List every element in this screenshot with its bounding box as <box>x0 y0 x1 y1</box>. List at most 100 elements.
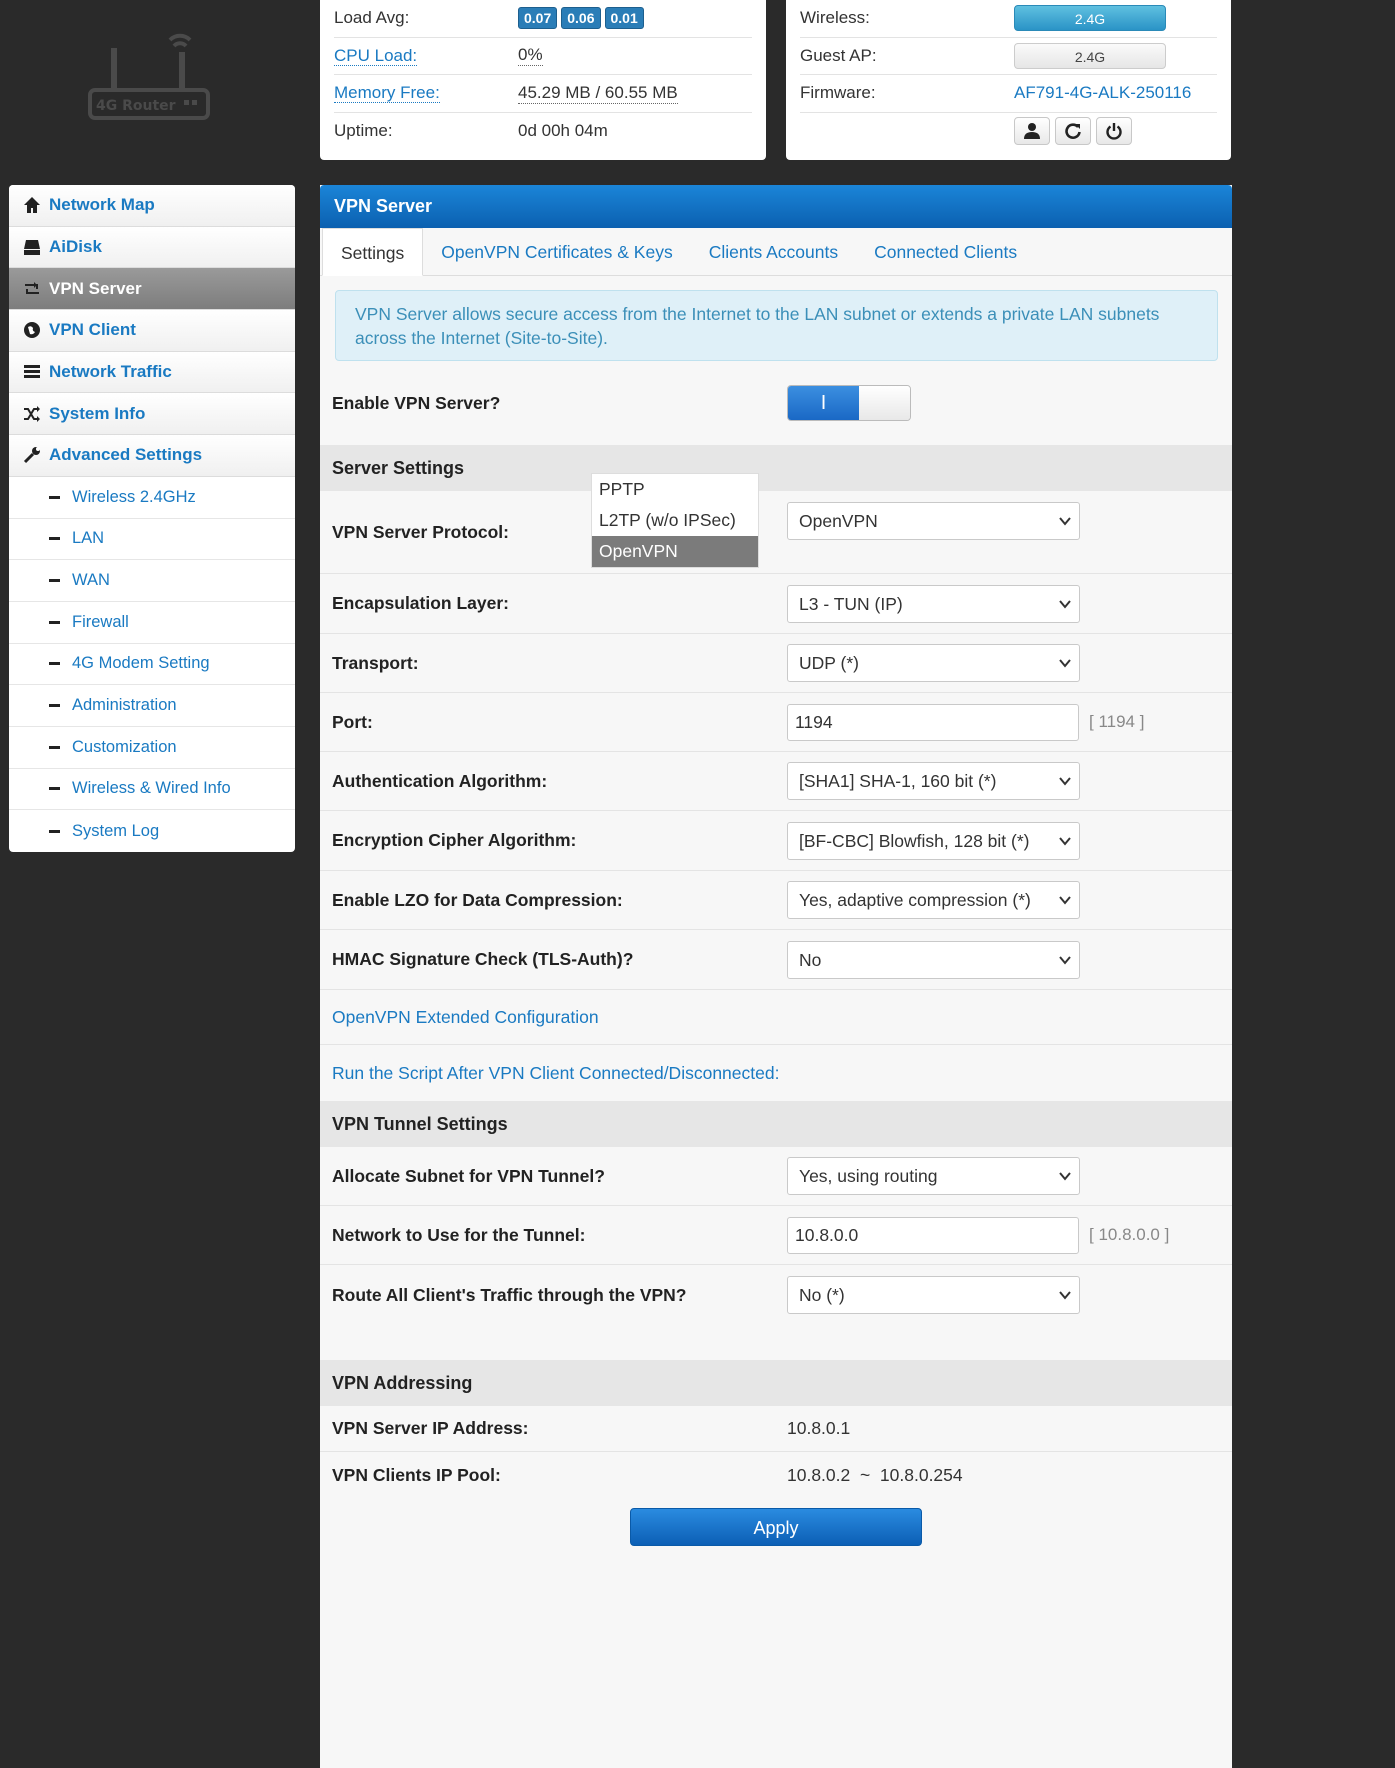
sidebar-item-system-info[interactable]: System Info <box>9 393 295 436</box>
sidebar-subitem-label: WAN <box>72 571 110 590</box>
cpu-load-link[interactable]: CPU Load: <box>334 45 418 66</box>
protocol-option-openvpn[interactable]: OpenVPN <box>592 536 758 567</box>
guest-ap-2g-button[interactable]: 2.4G <box>1014 42 1166 69</box>
sidebar-subitem-4g-modem[interactable]: 4G Modem Setting <box>9 644 295 686</box>
allocate-subnet-select[interactable]: Yes, using routing <box>787 1157 1080 1195</box>
sidebar-item-network-traffic[interactable]: Network Traffic <box>9 351 295 394</box>
refresh-icon <box>1065 123 1081 140</box>
shutdown-button[interactable] <box>1096 117 1132 146</box>
tab-bar: Settings OpenVPN Certificates & Keys Cli… <box>320 228 1232 276</box>
sidebar-item-vpn-server[interactable]: VPN Server <box>9 268 295 311</box>
transport-select[interactable]: UDP (*) <box>787 644 1080 682</box>
chevron-down-icon <box>1059 599 1071 609</box>
firmware-row: Firmware: AF791-4G-ALK-250116 <box>800 75 1217 113</box>
protocol-select[interactable]: OpenVPN <box>787 502 1080 540</box>
tab-clients-accounts[interactable]: Clients Accounts <box>691 228 856 275</box>
protocol-option-pptp[interactable]: PPTP <box>592 474 758 505</box>
server-ip-value: 10.8.0.1 <box>787 1418 851 1438</box>
encapsulation-label: Encapsulation Layer: <box>332 593 509 613</box>
sidebar-item-advanced-settings[interactable]: Advanced Settings <box>9 435 295 477</box>
vpn-server-panel: VPN Server Settings OpenVPN Certificates… <box>320 185 1232 1768</box>
sidebar-subitem-wireless-wired-info[interactable]: Wireless & Wired Info <box>9 769 295 811</box>
load-badge-1: 0.07 <box>518 7 558 30</box>
wireless-status-panel: Wireless: 2.4G Guest AP: 2.4G Firmware: … <box>786 0 1231 160</box>
sidebar-subitem-wan[interactable]: WAN <box>9 560 295 602</box>
sidebar-item-network-map[interactable]: Network Map <box>9 185 295 227</box>
sidebar-subitem-label: Firewall <box>72 612 129 631</box>
system-status-panel: Load Avg: 0.07 0.06 0.01 CPU Load: 0% Memo… <box>320 0 766 160</box>
sidebar-subitem-label: Wireless 2.4GHz <box>72 487 196 506</box>
encapsulation-select-value: L3 - TUN (IP) <box>799 593 903 614</box>
load-avg-values: 0.07 0.06 0.01 <box>518 7 648 30</box>
memory-free-link[interactable]: Memory Free: <box>334 83 440 104</box>
hmac-select[interactable]: No <box>787 940 1080 979</box>
sidebar-subitem-system-log[interactable]: System Log <box>9 810 295 852</box>
auth-algorithm-select[interactable]: [SHA1] SHA-1, 160 bit (*) <box>787 762 1080 800</box>
protocol-option-l2tp[interactable]: L2TP (w/o IPSec) <box>592 505 758 536</box>
memory-free-value: 45.29 MB / 60.55 MB <box>518 82 678 104</box>
firmware-link[interactable]: AF791-4G-ALK-250116 <box>1014 83 1191 103</box>
sidebar-item-label: Network Traffic <box>49 362 172 382</box>
apply-button[interactable]: Apply <box>630 1508 922 1546</box>
enable-vpn-toggle[interactable]: I <box>787 385 911 421</box>
route-all-select[interactable]: No (*) <box>787 1276 1080 1314</box>
wireless-2g-button[interactable]: 2.4G <box>1014 5 1166 32</box>
protocol-row: VPN Server Protocol: OpenVPN <box>320 491 1232 574</box>
server-ip-label: VPN Server IP Address: <box>332 1418 529 1438</box>
enable-vpn-label: Enable VPN Server? <box>332 392 501 413</box>
clients-pool-label: VPN Clients IP Pool: <box>332 1464 501 1485</box>
uptime-value: 0d 00h 04m <box>518 121 608 141</box>
tab-connected-clients[interactable]: Connected Clients <box>856 228 1035 275</box>
sidebar-subitem-label: Customization <box>72 737 177 756</box>
cpu-load-row: CPU Load: 0% <box>334 38 752 75</box>
sidebar-subitem-wireless[interactable]: Wireless 2.4GHz <box>9 477 295 519</box>
tunnel-network-input[interactable]: 10.8.0.0 <box>787 1216 1079 1254</box>
encapsulation-select[interactable]: L3 - TUN (IP) <box>787 584 1080 623</box>
sidebar-subitem-label: LAN <box>72 529 105 548</box>
sidebar-subitem-label: System Log <box>72 821 160 840</box>
disk-icon <box>24 240 40 256</box>
protocol-select-value: OpenVPN <box>799 511 878 531</box>
page-title: VPN Server <box>320 185 1232 228</box>
user-button[interactable] <box>1014 117 1050 146</box>
tunnel-network-row: Network to Use for the Tunnel: 10.8.0.0 … <box>320 1206 1232 1265</box>
tab-openvpn-certificates[interactable]: OpenVPN Certificates & Keys <box>423 228 690 275</box>
sidebar-item-vpn-client[interactable]: VPN Client <box>9 310 295 352</box>
sidebar-subitem-customization[interactable]: Customization <box>9 727 295 769</box>
server-settings-header: Server Settings <box>320 445 1232 491</box>
sidebar-subitem-firewall[interactable]: Firewall <box>9 602 295 644</box>
load-badge-3: 0.01 <box>604 7 644 30</box>
auth-algorithm-select-value: [SHA1] SHA-1, 160 bit (*) <box>799 771 997 791</box>
chevron-down-icon <box>1059 896 1071 905</box>
reboot-button[interactable] <box>1055 117 1091 146</box>
tunnel-settings-header: VPN Tunnel Settings <box>320 1101 1232 1147</box>
allocate-subnet-select-value: Yes, using routing <box>799 1166 938 1186</box>
guest-ap-label: Guest AP: <box>800 45 877 65</box>
openvpn-extended-config-link[interactable]: OpenVPN Extended Configuration <box>332 1007 599 1028</box>
sidebar-item-label: VPN Client <box>49 320 136 340</box>
run-script-link[interactable]: Run the Script After VPN Client Connecte… <box>332 1063 779 1084</box>
lzo-select-value: Yes, adaptive compression (*) <box>799 890 1031 910</box>
sidebar-subitem-administration[interactable]: Administration <box>9 685 295 727</box>
transport-label: Transport: <box>332 652 419 673</box>
script-row: Run the Script After VPN Client Connecte… <box>320 1045 1232 1101</box>
sidebar-item-label: System Info <box>49 403 146 423</box>
hmac-select-value: No <box>799 949 822 970</box>
route-all-select-value: No (*) <box>799 1285 845 1305</box>
clients-pool-value: 10.8.0.2 ~ 10.8.0.254 <box>787 1464 963 1485</box>
port-input[interactable]: 1194 <box>787 703 1079 741</box>
sidebar-subitem-lan[interactable]: LAN <box>9 519 295 561</box>
sidebar-item-label: VPN Server <box>49 278 142 298</box>
port-label: Port: <box>332 711 373 732</box>
clients-pool-row: VPN Clients IP Pool: 10.8.0.2 ~ 10.8.0.2… <box>320 1452 1232 1498</box>
route-all-row: Route All Client's Traffic through the V… <box>320 1265 1232 1325</box>
lzo-select[interactable]: Yes, adaptive compression (*) <box>787 881 1080 919</box>
tab-settings[interactable]: Settings <box>322 228 424 276</box>
toggle-off-side <box>859 386 910 420</box>
sidebar-item-aidisk[interactable]: AiDisk <box>9 226 295 269</box>
port-row: Port: 1194 [ 1194 ] <box>320 693 1232 752</box>
chevron-down-icon <box>1059 1291 1071 1300</box>
power-icon <box>1106 123 1122 140</box>
cipher-select[interactable]: [BF-CBC] Blowfish, 128 bit (*) <box>787 821 1080 860</box>
